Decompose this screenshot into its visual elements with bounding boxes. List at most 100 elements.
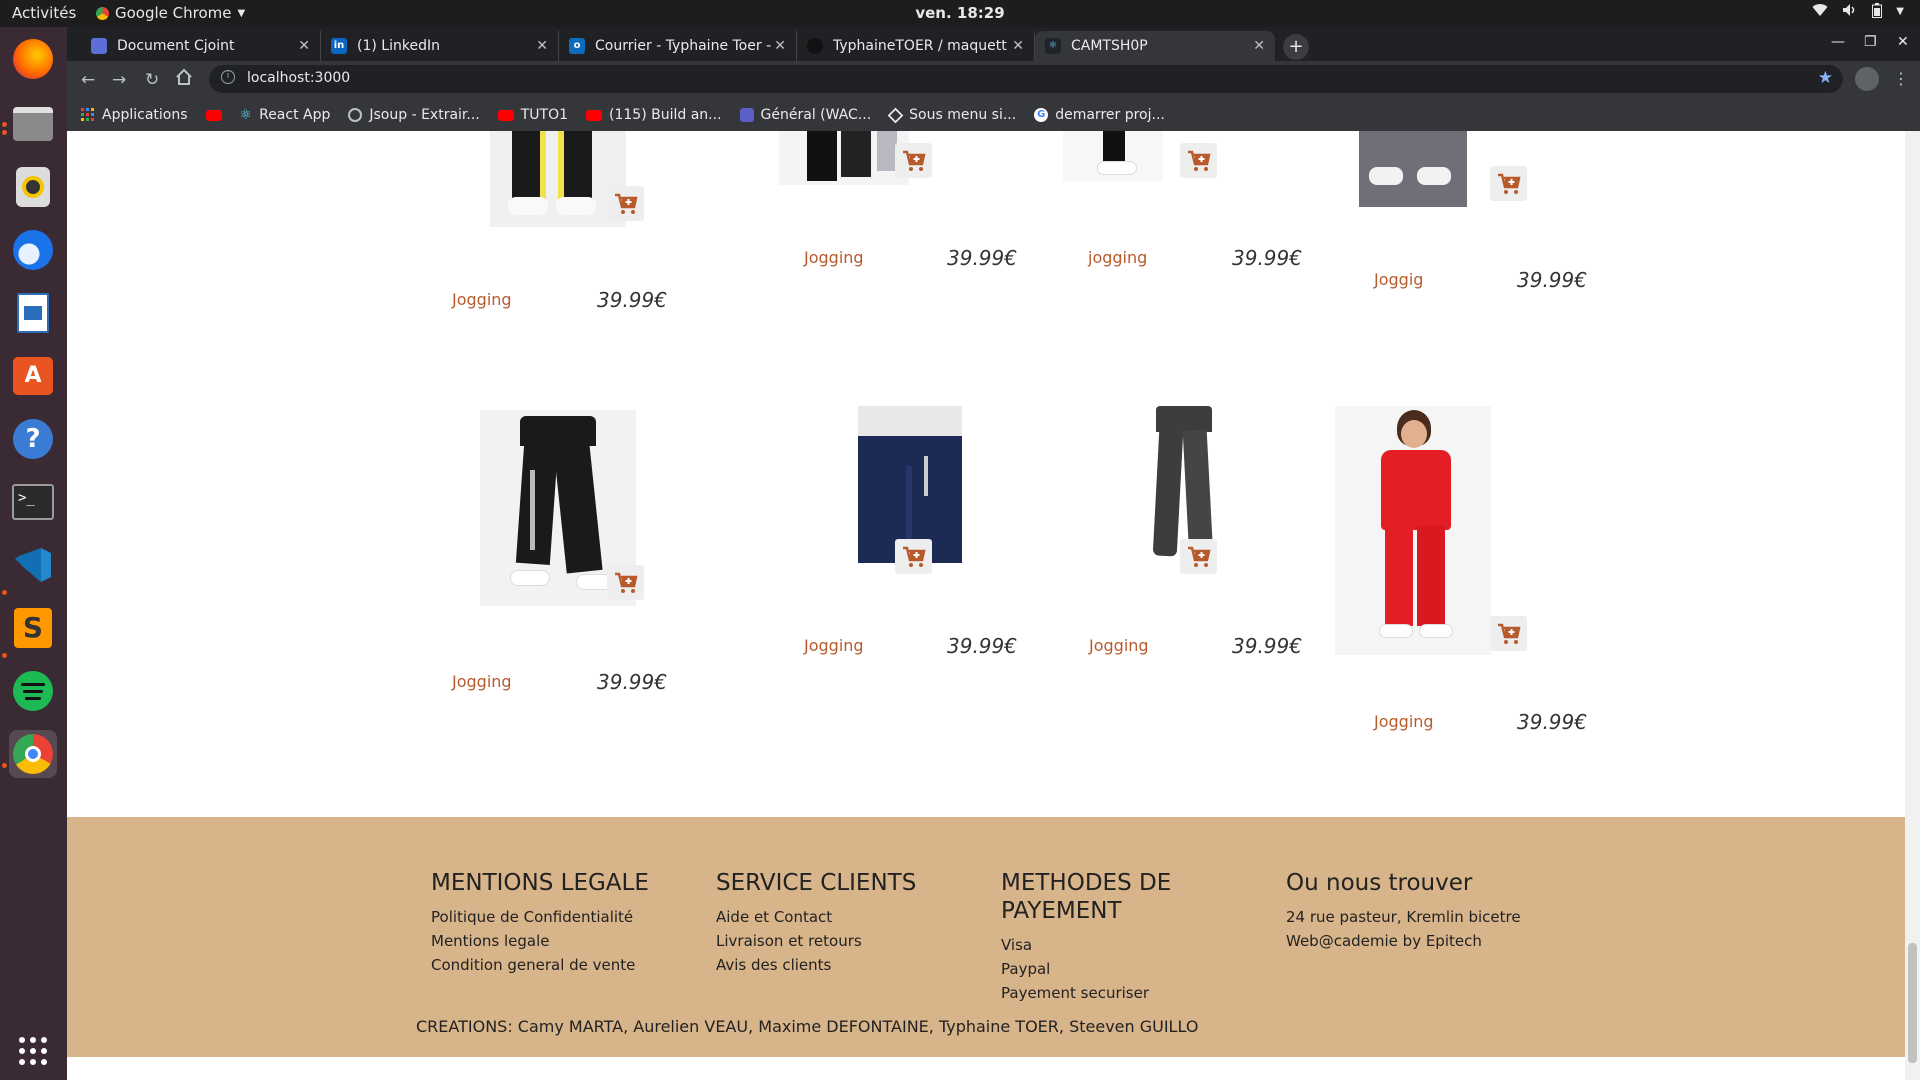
running-indicator bbox=[2, 590, 7, 595]
tab-courrier[interactable]: o Courrier - Typhaine Toer - ✕ bbox=[559, 31, 797, 61]
bookmark-youtube[interactable] bbox=[205, 109, 222, 121]
close-icon[interactable]: ✕ bbox=[536, 38, 548, 54]
product-image[interactable] bbox=[1335, 406, 1491, 655]
footer-heading: METHODES DE PAYEMENT bbox=[1001, 870, 1172, 924]
tab-linkedin[interactable]: in (1) LinkedIn ✕ bbox=[321, 31, 559, 61]
product-price: 39.99€ bbox=[1232, 246, 1302, 270]
firefox-icon bbox=[13, 39, 53, 79]
dock-terminal[interactable]: >_ bbox=[9, 478, 57, 526]
product-name[interactable]: Jogging bbox=[452, 290, 512, 309]
close-icon[interactable]: ✕ bbox=[1012, 38, 1024, 54]
back-button[interactable]: ← bbox=[81, 70, 95, 90]
dock-writer[interactable] bbox=[9, 289, 57, 337]
info-icon[interactable]: i bbox=[221, 70, 235, 84]
system-tray[interactable]: ▼ bbox=[1812, 3, 1904, 22]
dock-files[interactable] bbox=[9, 100, 57, 148]
product-name[interactable]: Jogging bbox=[1374, 712, 1434, 731]
add-to-cart-button[interactable] bbox=[1490, 166, 1527, 201]
dock-software[interactable]: A bbox=[9, 352, 57, 400]
close-icon[interactable]: ✕ bbox=[298, 38, 310, 54]
footer-link[interactable]: Payement securiser bbox=[1001, 981, 1201, 1005]
bookmark-sous-menu[interactable]: Sous menu si... bbox=[887, 107, 1017, 123]
profile-avatar[interactable] bbox=[1855, 67, 1879, 91]
bookmark-label: React App bbox=[259, 107, 331, 123]
add-to-cart-button[interactable] bbox=[895, 143, 932, 178]
tab-github[interactable]: TyphaineTOER / maquett ✕ bbox=[797, 31, 1035, 61]
close-icon[interactable]: ✕ bbox=[774, 38, 786, 54]
dock-firefox[interactable] bbox=[9, 35, 57, 83]
product-name[interactable]: Jogging bbox=[804, 248, 864, 267]
address-bar[interactable]: i localhost:3000 ★ bbox=[209, 65, 1843, 93]
dock-rhythmbox[interactable] bbox=[9, 163, 57, 211]
product-image[interactable] bbox=[779, 131, 909, 185]
bookmark-tuto1[interactable]: TUTO1 bbox=[497, 107, 568, 123]
footer-link[interactable]: Condition general de vente bbox=[431, 953, 701, 977]
minimize-button[interactable]: — bbox=[1831, 34, 1845, 50]
product-price: 39.99€ bbox=[1232, 634, 1302, 658]
footer-link[interactable]: Avis des clients bbox=[716, 953, 986, 977]
dock-vscode[interactable] bbox=[9, 541, 57, 589]
product-name[interactable]: Joggig bbox=[1374, 270, 1423, 289]
product-price: 39.99€ bbox=[597, 288, 667, 312]
codepen-icon bbox=[887, 107, 904, 123]
reload-button[interactable]: ↻ bbox=[145, 70, 159, 90]
wifi-icon bbox=[1812, 3, 1828, 22]
footer-link[interactable]: Politique de Confidentialité bbox=[431, 905, 701, 929]
bookmark-react-app[interactable]: ⚛ React App bbox=[240, 107, 331, 123]
scrollbar-thumb[interactable] bbox=[1908, 943, 1917, 1063]
product-name[interactable]: Jogging bbox=[804, 636, 864, 655]
bookmark-demarrer[interactable]: G demarrer proj... bbox=[1034, 107, 1165, 123]
product-name[interactable]: Jogging bbox=[1089, 636, 1149, 655]
dock-help[interactable]: ? bbox=[9, 415, 57, 463]
close-window-button[interactable]: ✕ bbox=[1897, 34, 1909, 50]
tab-camtshop[interactable]: ⚛ CAMTSH0P ✕ bbox=[1035, 31, 1275, 61]
spotify-icon bbox=[13, 671, 53, 711]
cart-plus-icon bbox=[902, 150, 926, 171]
new-tab-button[interactable]: + bbox=[1283, 34, 1309, 60]
add-to-cart-button[interactable] bbox=[607, 186, 644, 221]
bookmark-build-an[interactable]: (115) Build an... bbox=[586, 107, 722, 123]
add-to-cart-button[interactable] bbox=[607, 565, 644, 600]
footer-link[interactable]: Aide et Contact bbox=[716, 905, 986, 929]
url-text: localhost:3000 bbox=[247, 70, 351, 86]
product-image[interactable] bbox=[1063, 131, 1163, 181]
bookmark-star-icon[interactable]: ★ bbox=[1818, 68, 1833, 88]
add-to-cart-button[interactable] bbox=[1490, 616, 1527, 651]
dock-thunderbird[interactable] bbox=[9, 226, 57, 274]
product-name[interactable]: jogging bbox=[1088, 248, 1147, 267]
dock-chrome[interactable] bbox=[9, 730, 57, 778]
globe-icon bbox=[348, 108, 363, 122]
add-to-cart-button[interactable] bbox=[895, 539, 932, 574]
product-name[interactable]: Jogging bbox=[452, 672, 512, 691]
help-icon: ? bbox=[13, 419, 53, 459]
show-applications-button[interactable] bbox=[9, 1027, 57, 1075]
bookmark-jsoup[interactable]: Jsoup - Extrair... bbox=[348, 107, 480, 123]
product-image[interactable] bbox=[1359, 131, 1467, 207]
footer-link[interactable]: Paypal bbox=[1001, 957, 1201, 981]
add-to-cart-button[interactable] bbox=[1180, 539, 1217, 574]
google-icon: G bbox=[1034, 108, 1049, 122]
home-button[interactable] bbox=[175, 68, 193, 91]
footer-link[interactable]: Mentions legale bbox=[431, 929, 701, 953]
footer-address: Web@cademie by Epitech bbox=[1286, 932, 1482, 950]
product-image[interactable] bbox=[490, 131, 626, 227]
bookmark-label: Sous menu si... bbox=[909, 107, 1017, 123]
maximize-button[interactable]: ❐ bbox=[1864, 34, 1877, 50]
software-center-icon: A bbox=[13, 357, 53, 395]
footer-link[interactable]: Livraison et retours bbox=[716, 929, 986, 953]
page-scrollbar[interactable] bbox=[1905, 131, 1920, 1080]
bookmark-applications[interactable]: Applications bbox=[81, 107, 188, 123]
dock-spotify[interactable] bbox=[9, 667, 57, 715]
system-top-bar: Activités Google Chrome ▼ ven. 18:29 ▼ bbox=[0, 0, 1920, 27]
arrow-right-icon: → bbox=[112, 70, 127, 90]
dock-sublime[interactable]: S bbox=[9, 604, 57, 652]
clock[interactable]: ven. 18:29 bbox=[0, 4, 1920, 22]
footer-heading: SERVICE CLIENTS bbox=[716, 870, 917, 896]
bookmark-general-wac[interactable]: Général (WAC... bbox=[739, 107, 871, 123]
add-to-cart-button[interactable] bbox=[1180, 143, 1217, 178]
close-icon[interactable]: ✕ bbox=[1253, 38, 1265, 54]
chrome-menu-button[interactable]: ⋮ bbox=[1893, 69, 1909, 88]
forward-button[interactable]: → bbox=[112, 70, 126, 90]
tab-document-cjoint[interactable]: Document Cjoint ✕ bbox=[81, 31, 321, 61]
footer-link[interactable]: Visa bbox=[1001, 933, 1201, 957]
